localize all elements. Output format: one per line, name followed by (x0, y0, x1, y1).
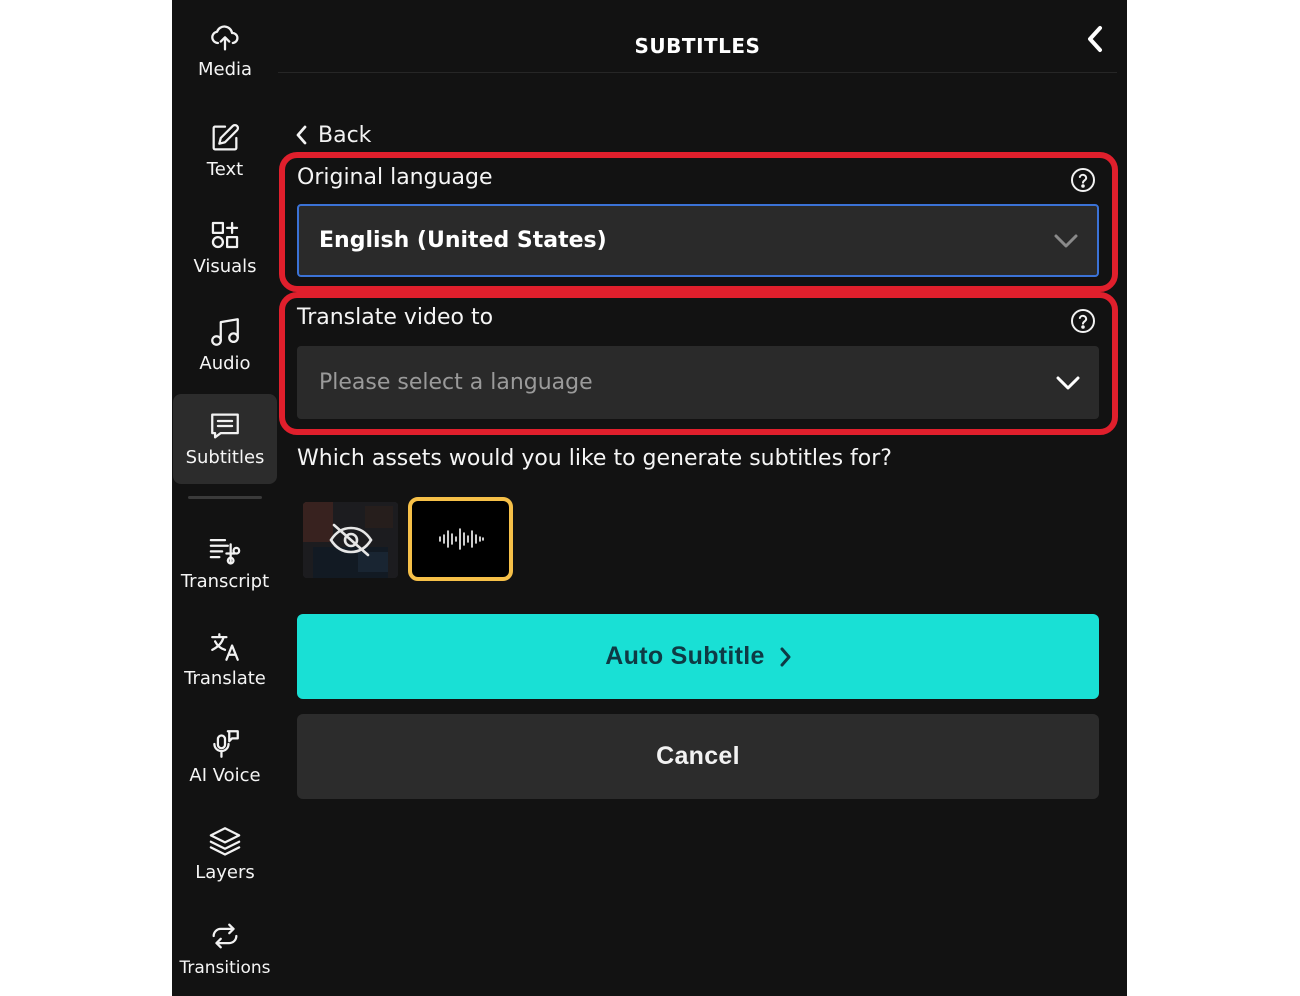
audio-waveform-icon (438, 528, 484, 550)
help-icon[interactable] (1070, 167, 1096, 193)
sidebar-item-label: Translate (184, 668, 266, 689)
sidebar-item-subtitles[interactable]: Subtitles (173, 394, 277, 484)
shapes-icon (211, 221, 239, 249)
sidebar-item-transitions[interactable]: Transitions (173, 904, 277, 994)
sidebar-item-text[interactable]: Text (173, 106, 277, 196)
microphone-icon (213, 730, 239, 758)
sidebar-item-visuals[interactable]: Visuals (173, 203, 277, 293)
app-window: Media Text Visuals Audio Subtitles Trans… (172, 0, 1127, 996)
upload-cloud-icon (211, 25, 239, 51)
sidebar-item-audio[interactable]: Audio (173, 300, 277, 390)
sidebar-item-label: Media (197, 59, 253, 80)
auto-subtitle-label: Auto Subtitle (605, 642, 765, 670)
translate-to-label: Translate video to (297, 305, 494, 330)
original-language-label: Original language (297, 165, 493, 190)
sidebar-item-transcript[interactable]: Transcript (173, 518, 277, 608)
sidebar-item-label: Visuals (193, 256, 257, 277)
translate-language-placeholder: Please select a language (319, 370, 593, 395)
original-language-value: English (United States) (319, 228, 607, 253)
translate-icon (211, 633, 239, 661)
sidebar-item-media[interactable]: Media (173, 6, 277, 96)
sidebar-item-label: Layers (195, 862, 255, 883)
cancel-label: Cancel (656, 742, 740, 770)
assets-question: Which assets would you like to generate … (297, 446, 892, 471)
sidebar-item-translate[interactable]: Translate (173, 615, 277, 705)
back-label: Back (318, 122, 372, 148)
sidebar-divider (188, 496, 262, 499)
collapse-panel-button[interactable] (1082, 24, 1108, 54)
video-asset-thumbnail[interactable] (303, 502, 398, 578)
original-language-select[interactable]: English (United States) (297, 204, 1099, 277)
chevron-down-icon (1054, 234, 1078, 247)
help-icon[interactable] (1070, 308, 1096, 334)
subtitles-panel: SUBTITLES Back Original language English… (278, 0, 1127, 996)
auto-subtitle-button[interactable]: Auto Subtitle (297, 614, 1099, 699)
hidden-eye-icon (329, 523, 373, 557)
translate-language-select[interactable]: Please select a language (297, 346, 1099, 419)
layers-icon (209, 827, 241, 856)
chevron-right-icon (780, 647, 791, 666)
subtitles-icon (211, 413, 239, 439)
sidebar-item-label: AI Voice (189, 765, 261, 786)
sidebar-item-label: Text (206, 159, 244, 180)
music-note-icon (211, 318, 239, 346)
chevron-down-icon (1056, 376, 1080, 389)
chevron-left-icon (1088, 26, 1102, 52)
back-button[interactable]: Back (296, 120, 371, 150)
cancel-button[interactable]: Cancel (297, 714, 1099, 799)
panel-header: SUBTITLES (278, 0, 1117, 73)
edit-icon (212, 123, 240, 151)
chevron-left-icon (296, 125, 307, 145)
sidebar-item-label: Audio (199, 353, 251, 374)
transitions-icon (212, 923, 238, 949)
sidebar: Media Text Visuals Audio Subtitles Trans… (172, 0, 278, 996)
sidebar-item-ai-voice[interactable]: AI Voice (173, 712, 277, 802)
sidebar-item-layers[interactable]: Layers (173, 809, 277, 899)
sidebar-item-label: Transitions (179, 958, 271, 978)
sidebar-item-label: Transcript (180, 571, 270, 592)
panel-title: SUBTITLES (634, 34, 761, 58)
transcript-icon (209, 538, 241, 565)
audio-asset-thumbnail[interactable] (408, 497, 513, 581)
sidebar-item-label: Subtitles (185, 447, 265, 468)
